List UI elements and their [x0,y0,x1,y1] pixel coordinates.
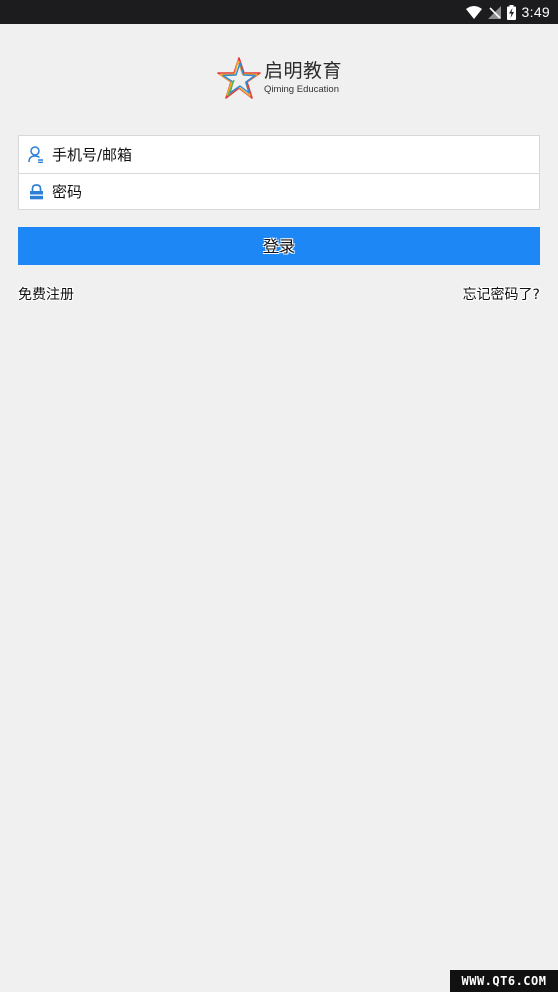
status-bar: 3:49 [0,0,558,24]
login-button[interactable]: 登录 [18,227,540,265]
no-signal-icon [487,5,501,19]
forgot-password-link[interactable]: 忘记密码了? [463,284,540,304]
register-link[interactable]: 免费注册 [18,284,74,304]
battery-charging-icon [506,4,516,20]
star-logo-icon [217,57,261,99]
account-input[interactable] [52,139,539,170]
lock-icon [27,183,45,201]
user-icon [27,146,45,164]
account-field [19,136,539,173]
app-logo: 启明教育 Qiming Education [216,54,346,102]
password-field [19,173,539,210]
wifi-icon [465,5,482,19]
logo-name-cn: 启明教育 [264,59,343,82]
watermark: WWW.QT6.COM [450,970,558,992]
logo-name-en: Qiming Education [264,83,339,95]
login-form [18,135,540,210]
clock: 3:49 [521,4,550,20]
password-input[interactable] [52,177,539,207]
